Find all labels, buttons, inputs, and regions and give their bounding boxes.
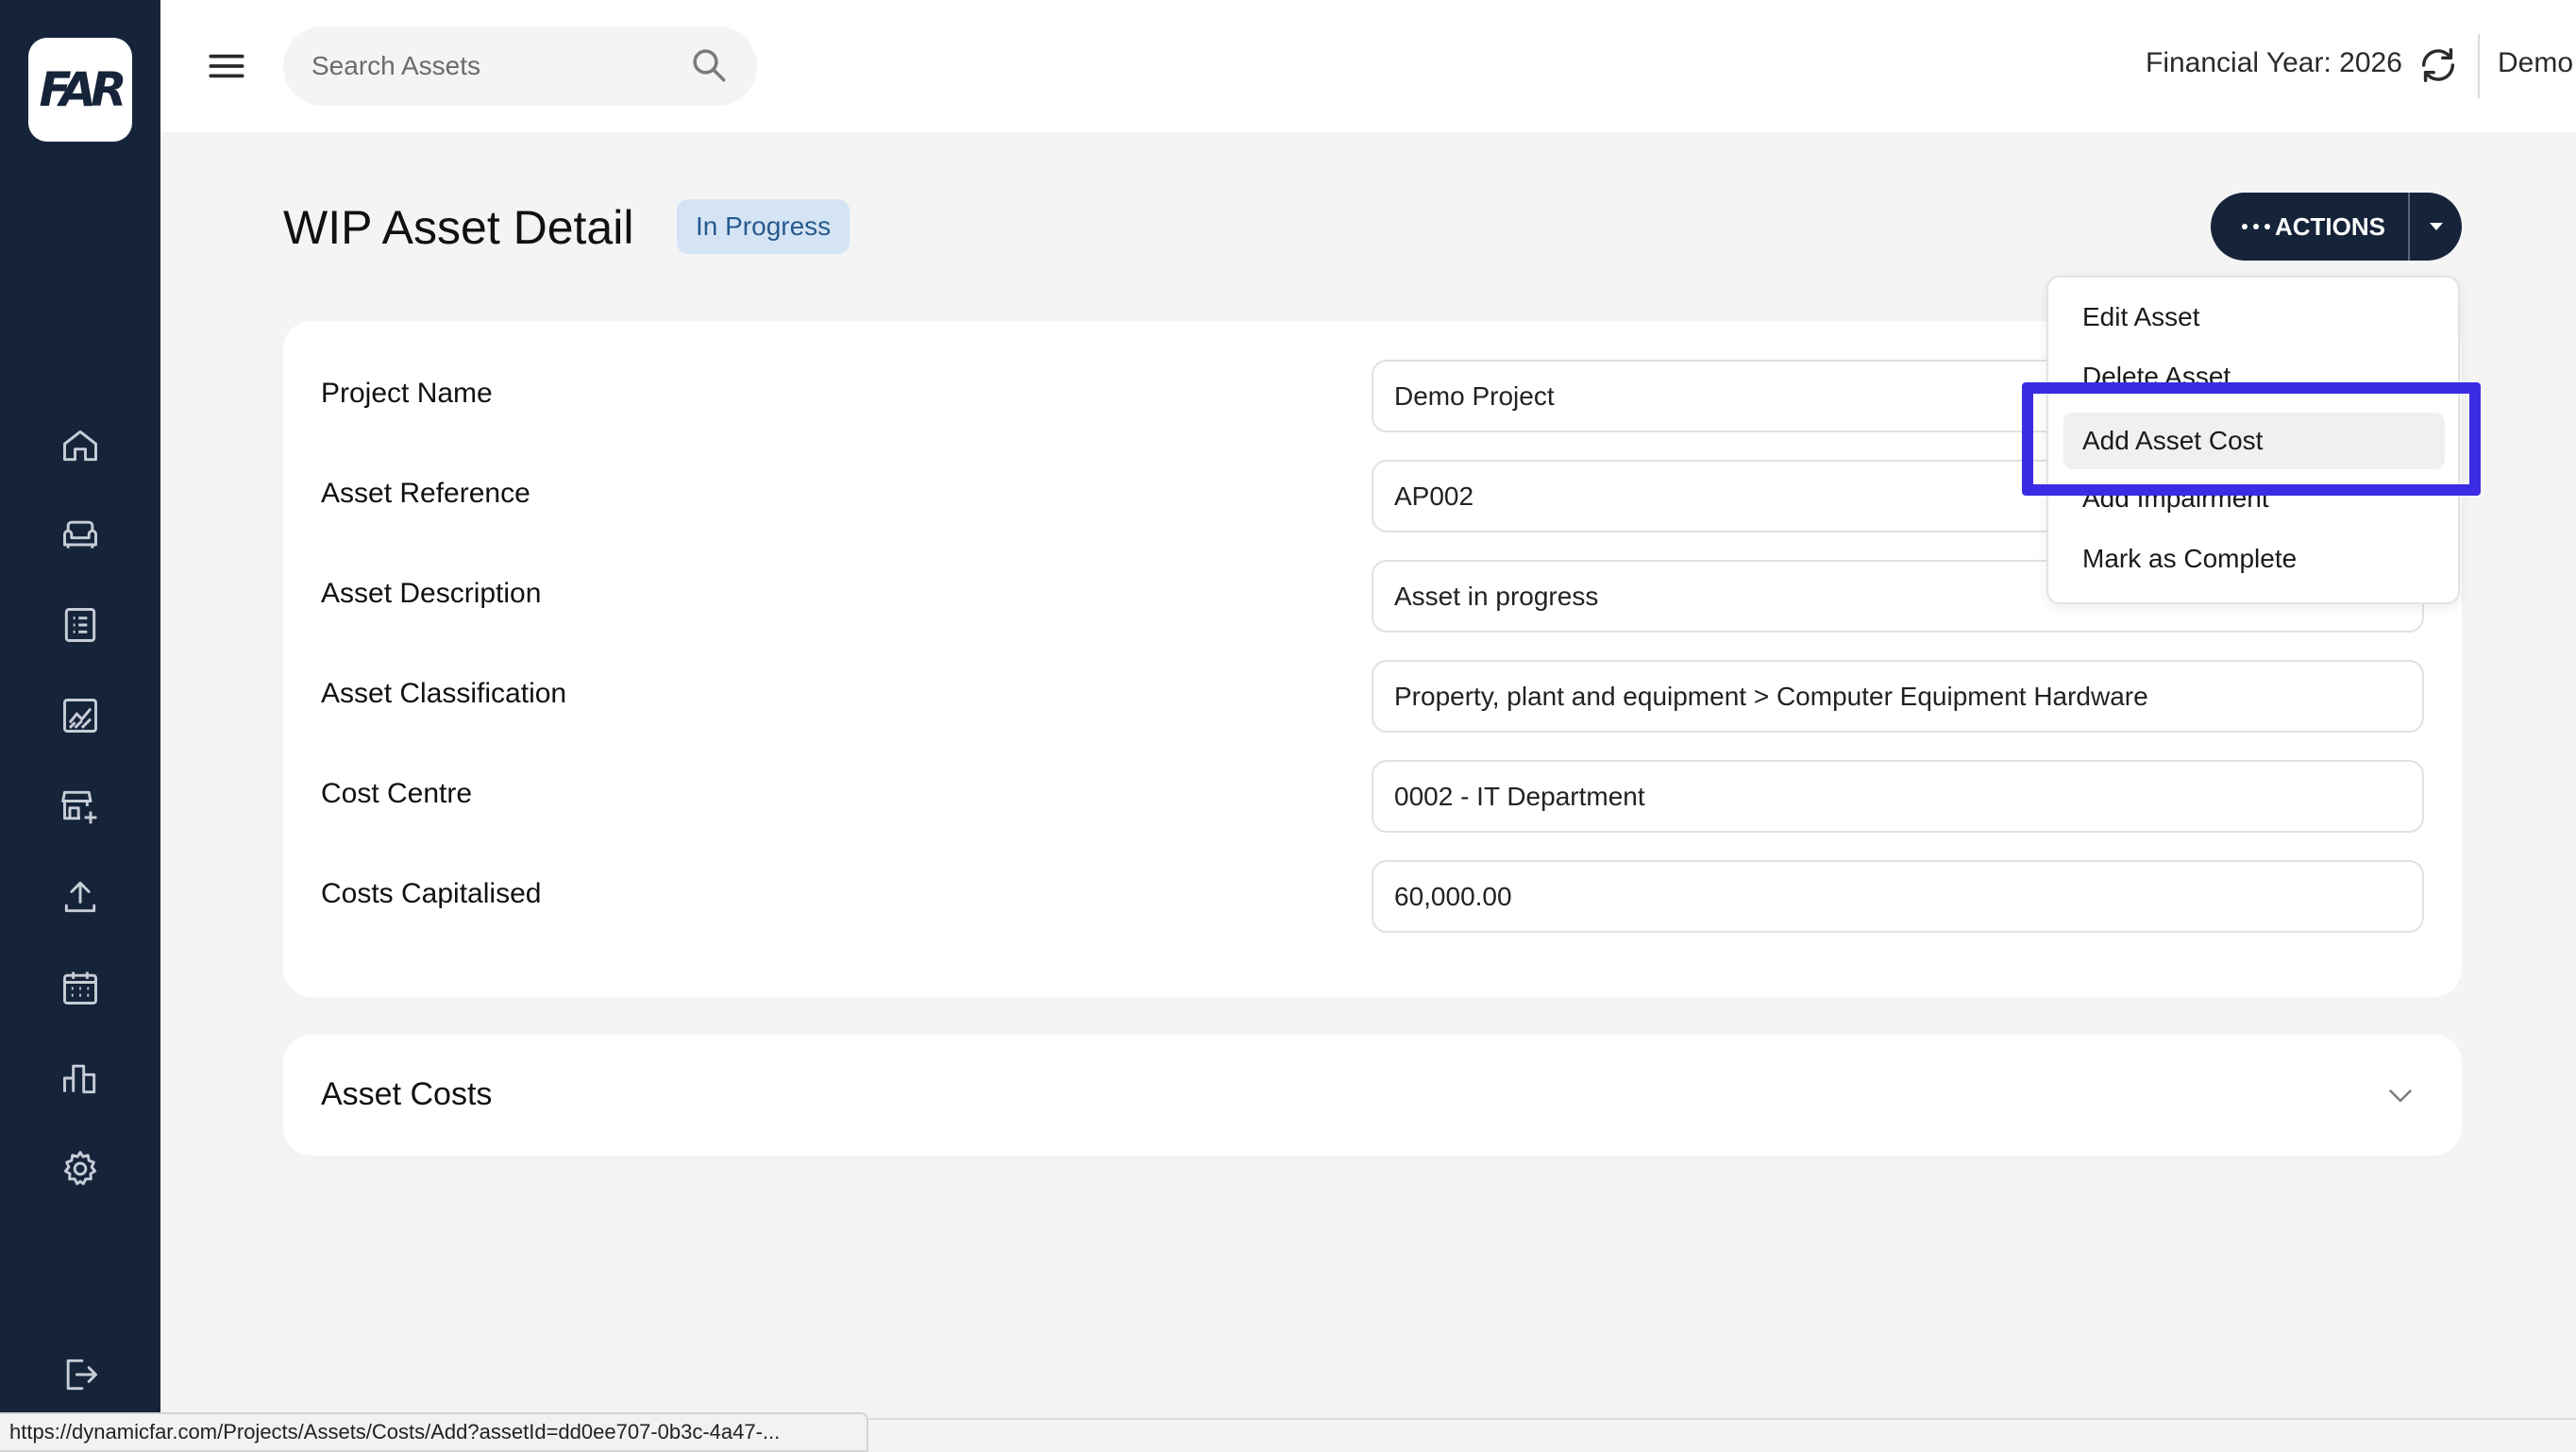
sidebar-item-register[interactable]: [57, 601, 104, 649]
sidebar: FAR: [0, 0, 160, 1452]
logout-icon: [66, 1359, 97, 1391]
asset-classification-label: Asset Classification: [321, 678, 567, 709]
search-box: [283, 26, 757, 106]
sidebar-item-calendar[interactable]: [57, 964, 104, 1011]
calendar-icon: [63, 971, 97, 1005]
chevron-down-icon[interactable]: [2383, 1078, 2417, 1112]
caret-down-icon: [2429, 223, 2443, 230]
actions-dropdown-menu: Edit Asset Delete Asset Add Asset Cost A…: [2046, 276, 2460, 604]
asset-costs-accordion[interactable]: Asset Costs: [283, 1035, 2462, 1156]
sidebar-item-assets[interactable]: [57, 511, 104, 558]
menu-item-add-asset-cost[interactable]: Add Asset Cost: [2063, 413, 2445, 469]
bar-chart-icon: [63, 1064, 96, 1094]
asset-costs-title: Asset Costs: [321, 1076, 493, 1112]
financial-year-label: Financial Year: 2026: [2146, 47, 2402, 78]
actions-split-button: ACTIONS: [2211, 193, 2462, 261]
app-root: FAR Search Assets Financial Year: 2026 D…: [0, 0, 2576, 1452]
upload-icon: [64, 881, 96, 913]
sidebar-item-home[interactable]: [57, 422, 104, 469]
menu-item-delete-asset[interactable]: Delete Asset: [2063, 348, 2445, 405]
project-name-label: Project Name: [321, 378, 493, 409]
actions-button-label: ACTIONS: [2275, 211, 2385, 241]
cost-centre-field: 0002 - IT Department: [1372, 760, 2424, 833]
costs-capitalised-field: 60,000.00: [1372, 860, 2424, 933]
gear-icon: [63, 1151, 97, 1186]
chart-icon: [63, 699, 97, 733]
actions-button[interactable]: ACTIONS: [2211, 193, 2408, 261]
sidebar-item-add-store[interactable]: [57, 783, 104, 830]
page-title: WIP Asset Detail: [283, 201, 634, 254]
asset-reference-label: Asset Reference: [321, 478, 530, 509]
logo-text: FAR: [39, 62, 127, 117]
search-icon[interactable]: [689, 45, 729, 85]
status-bar-url: https://dynamicfar.com/Projects/Assets/C…: [0, 1412, 868, 1452]
store-add-icon: [61, 790, 97, 824]
asset-classification-field: Property, plant and equipment > Computer…: [1372, 660, 2424, 733]
sidebar-item-upload[interactable]: [57, 873, 104, 920]
asset-description-label: Asset Description: [321, 578, 542, 609]
app-logo[interactable]: FAR: [28, 38, 132, 142]
menu-item-mark-as-complete[interactable]: Mark as Complete: [2063, 531, 2445, 587]
header-divider: [2478, 34, 2480, 98]
more-dots-icon: [2242, 224, 2270, 229]
top-bar: Financial Year: 2026 Demo Entity: [160, 0, 2576, 132]
entity-selector[interactable]: Demo Entity: [2498, 47, 2576, 79]
actions-dropdown-toggle[interactable]: [2410, 193, 2462, 261]
cost-centre-label: Cost Centre: [321, 778, 473, 809]
home-icon: [63, 430, 97, 462]
search-input[interactable]: [283, 26, 661, 106]
menu-item-edit-asset[interactable]: Edit Asset: [2063, 289, 2445, 346]
refresh-icon[interactable]: [2416, 43, 2460, 87]
menu-item-add-impairment[interactable]: Add Impairment: [2063, 470, 2445, 527]
sidebar-item-reports[interactable]: [57, 692, 104, 739]
sofa-icon: [63, 520, 97, 549]
list-icon: [64, 608, 96, 642]
costs-capitalised-label: Costs Capitalised: [321, 878, 542, 909]
status-badge: In Progress: [677, 199, 850, 254]
logout-button[interactable]: [57, 1351, 104, 1398]
sidebar-item-settings[interactable]: [57, 1145, 104, 1192]
sidebar-item-analytics[interactable]: [57, 1055, 104, 1102]
hamburger-menu-icon[interactable]: [203, 42, 250, 90]
